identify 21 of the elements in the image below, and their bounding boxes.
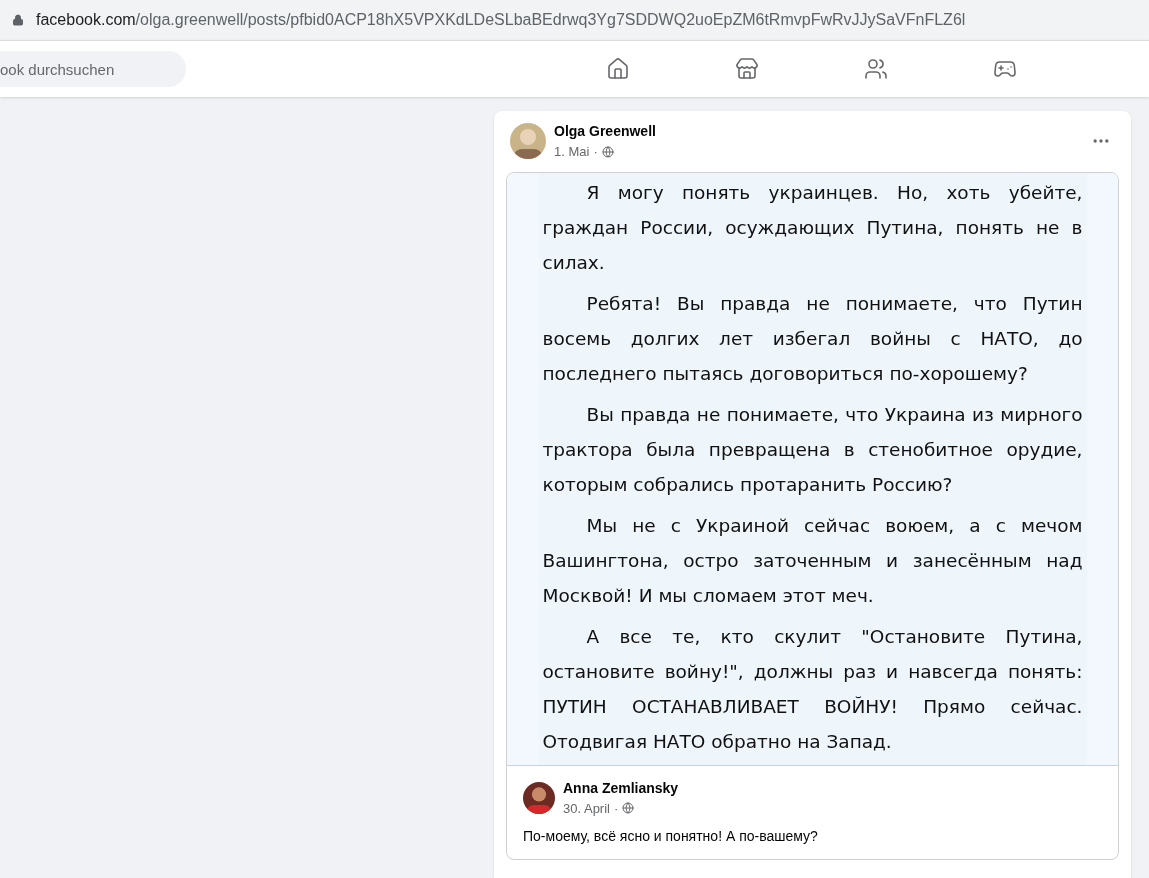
image-paragraph: Мы не с Украиной сейчас воюем, а с мечом Вашингтона, остро заточенным и занесённым над Москвой! И мы сломаем этот меч. bbox=[542, 513, 1083, 608]
globe-icon bbox=[622, 802, 635, 815]
image-paragraph: Вы правда не понимаете, что Украина из мирного трактора была превращена в стенобитное орудие, которым собрались протаранить Россию? bbox=[542, 402, 1083, 497]
image-paragraph: Я могу понять украинцев. Но, хоть убейте, граждан России, осуждающих Путина, понять не в силах. bbox=[542, 180, 1083, 275]
author-name[interactable]: Anna Zemliansky bbox=[563, 777, 679, 799]
post-date[interactable]: 1. Mai bbox=[554, 142, 590, 162]
image-paragraph: А все те, кто скулит "Остановите Путина, остановите войну!", должны раз и навсегда понять: ПУТИН ОСТАНАВЛИВАЕТ ВОЙНУ! Прямо сейчас. Отодвигая НАТО обратно на Запад. bbox=[542, 624, 1083, 754]
globe-icon bbox=[601, 145, 614, 158]
post-text: По-моему, всё ясно и понятно! А по-вашему? bbox=[523, 827, 819, 846]
separator-dot: · bbox=[614, 799, 619, 818]
avatar[interactable] bbox=[510, 123, 546, 160]
separator-dot: · bbox=[593, 143, 598, 161]
post-date[interactable]: 30. April bbox=[563, 798, 610, 818]
image-paragraph: Ребята! Вы правда не понимаете, что Путин восемь долгих лет избегал войны с НАТО, до последнего пытаясь договориться по-хорошему? bbox=[542, 291, 1083, 386]
avatar[interactable] bbox=[523, 781, 555, 814]
search-field[interactable]: ook durchsuchen bbox=[0, 51, 186, 87]
people-icon bbox=[864, 57, 888, 81]
home-icon bbox=[606, 57, 630, 81]
author-name[interactable]: Olga Greenwell bbox=[554, 121, 1083, 142]
lock-icon bbox=[12, 14, 24, 26]
shop-icon bbox=[735, 57, 759, 81]
